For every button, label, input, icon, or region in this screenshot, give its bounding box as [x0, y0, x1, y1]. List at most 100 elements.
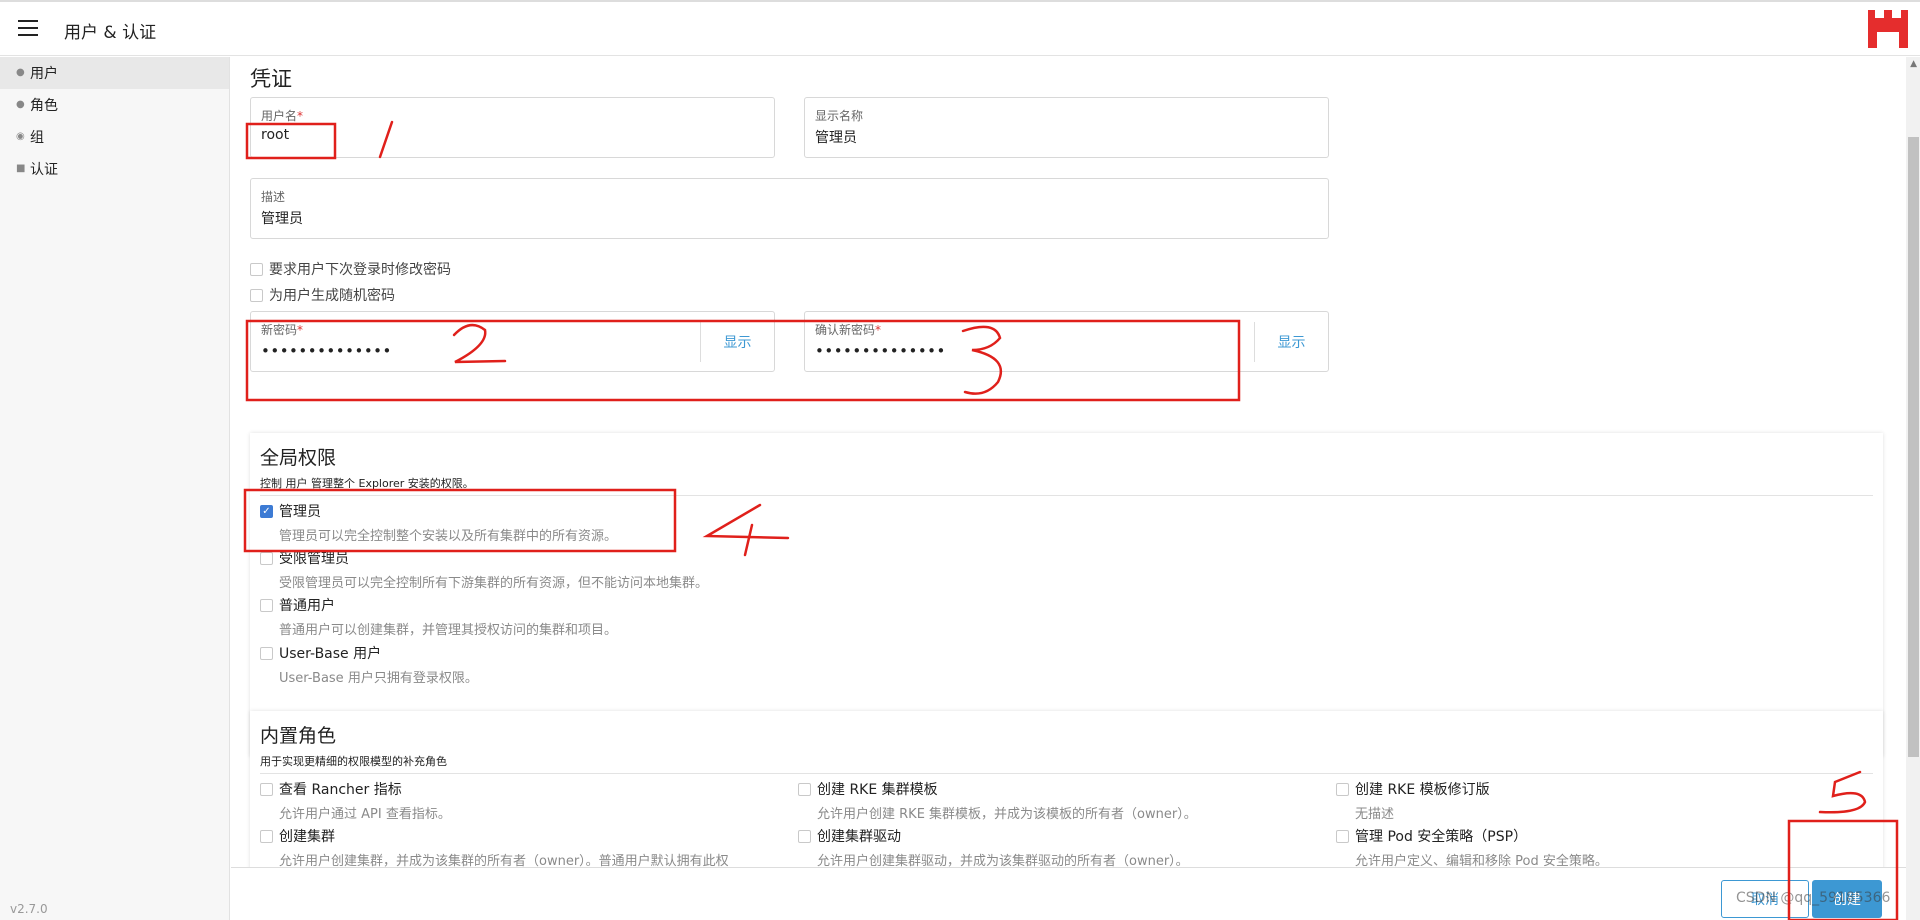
option-desc: 允许用户通过 API 查看指标。 [279, 807, 451, 822]
new-password-label: 新密码* [261, 321, 303, 338]
top-header: 用户 & 认证 [0, 0, 1920, 56]
show-confirm-password-button[interactable]: 显示 [1254, 322, 1328, 362]
role-option-view-metrics[interactable]: 查看 Rancher 指标 允许用户通过 API 查看指标。 [260, 779, 451, 822]
sidebar-item-label: 组 [30, 130, 44, 146]
checkbox-label: 要求用户下次登录时修改密码 [269, 262, 451, 278]
show-password-button[interactable]: 显示 [700, 322, 774, 362]
lock-icon: ■ [16, 163, 26, 174]
required-mark: * [297, 323, 304, 337]
required-mark: * [875, 323, 882, 337]
role-icon: ● [16, 99, 25, 110]
option-desc: 受限管理员可以完全控制所有下游集群的所有资源，但不能访问本地集群。 [279, 576, 709, 591]
checkbox-box[interactable] [260, 646, 273, 660]
watermark: CSDN @qq_59185366 [1736, 890, 1891, 906]
user-icon: ● [16, 67, 25, 78]
option-label: 管理 Pod 安全策略（PSP） [1355, 829, 1528, 845]
confirm-password-field[interactable]: 确认新密码* •••••••••••••• 显示 [804, 311, 1329, 372]
option-desc: 普通用户可以创建集群，并管理其授权访问的集群和项目。 [279, 623, 618, 638]
checkbox-box[interactable] [260, 829, 273, 843]
sidebar-item-roles[interactable]: ● 角色 [0, 89, 229, 121]
main-content: 凭证 用户名* root 显示名称 管理员 描述 管理员 要求用户下次登录时修改… [231, 57, 1920, 867]
display-name-label: 显示名称 [815, 109, 864, 123]
builtin-roles-title: 内置角色 [260, 725, 337, 747]
option-desc: 允许用户创建 RKE 集群模板，并成为该模板的所有者（owner）。 [817, 807, 1197, 822]
role-option-create-cluster-driver[interactable]: 创建集群驱动 允许用户创建集群驱动，并成为该集群驱动的所有者（owner）。 [798, 826, 1189, 867]
description-value[interactable]: 管理员 [261, 208, 303, 228]
divider [260, 773, 1873, 774]
role-option-create-cluster[interactable]: 创建集群 允许用户创建集群，并成为该集群的所有者（owner）。普通用户默认拥有… [260, 826, 729, 867]
username-label: 用户名* [261, 107, 303, 124]
option-desc: 允许用户定义、编辑和移除 Pod 安全策略。 [1355, 854, 1608, 867]
option-desc: 允许用户创建集群驱动，并成为该集群驱动的所有者（owner）。 [817, 854, 1189, 867]
checkbox-box[interactable] [1336, 829, 1349, 843]
sidebar-item-auth[interactable]: ■ 认证 [0, 153, 229, 185]
permission-option-restricted-admin[interactable]: 受限管理员 受限管理员可以完全控制所有下游集群的所有资源，但不能访问本地集群。 [260, 548, 708, 591]
option-label: 创建集群 [279, 829, 335, 845]
option-desc: 管理员可以完全控制整个安装以及所有集群中的所有资源。 [279, 529, 618, 544]
checkbox-box[interactable] [798, 782, 811, 796]
confirm-password-label: 确认新密码* [815, 321, 881, 338]
checkbox-box[interactable] [250, 288, 263, 302]
new-password-field[interactable]: 新密码* •••••••••••••• 显示 [250, 311, 775, 372]
global-permissions-card: 全局权限 控制 用户 管理整个 Explorer 安装的权限。 ✓ 管理员 管理员… [250, 433, 1883, 757]
scroll-thumb[interactable] [1908, 137, 1919, 757]
option-label: User-Base 用户 [279, 646, 382, 662]
option-label: 创建 RKE 集群模板 [817, 782, 938, 798]
builtin-roles-card: 内置角色 用于实现更精细的权限模型的补充角色 查看 Rancher 指标 允许用… [250, 711, 1883, 867]
option-label: 受限管理员 [279, 551, 349, 567]
require-password-change-checkbox[interactable]: 要求用户下次登录时修改密码 [250, 259, 451, 279]
hamburger-icon[interactable] [18, 20, 38, 36]
username-label-text: 用户名 [261, 109, 298, 123]
confirm-password-value[interactable]: •••••••••••••• [815, 342, 946, 360]
checkbox-box[interactable] [260, 782, 273, 796]
role-option-create-rke-template[interactable]: 创建 RKE 集群模板 允许用户创建 RKE 集群模板，并成为该模板的所有者（o… [798, 779, 1197, 822]
sidebar: ● 用户 ● 角色 ◉ 组 ■ 认证 v2.7.0 [0, 57, 230, 920]
checkbox-checked-icon[interactable]: ✓ [260, 504, 273, 518]
option-label: 创建集群驱动 [817, 829, 901, 845]
rancher-logo-icon[interactable] [1868, 10, 1908, 48]
checkbox-box[interactable] [1336, 782, 1349, 796]
option-desc: 无描述 [1355, 807, 1395, 822]
permission-option-admin[interactable]: ✓ 管理员 管理员可以完全控制整个安装以及所有集群中的所有资源。 [260, 501, 617, 544]
scroll-up-icon[interactable]: ▲ [1910, 59, 1917, 69]
role-option-create-rke-revision[interactable]: 创建 RKE 模板修订版 无描述 [1336, 779, 1490, 822]
option-desc: User-Base 用户只拥有登录权限。 [279, 671, 478, 686]
group-icon: ◉ [16, 131, 25, 142]
description-field[interactable]: 描述 管理员 [250, 178, 1329, 239]
divider [260, 495, 1873, 496]
sidebar-item-label: 认证 [30, 162, 58, 178]
description-label: 描述 [261, 190, 286, 204]
option-label: 创建 RKE 模板修订版 [1355, 782, 1490, 798]
checkbox-box[interactable] [260, 551, 273, 565]
display-name-field[interactable]: 显示名称 管理员 [804, 97, 1329, 158]
role-option-manage-psp[interactable]: 管理 Pod 安全策略（PSP） 允许用户定义、编辑和移除 Pod 安全策略。 [1336, 826, 1608, 867]
random-password-checkbox[interactable]: 为用户生成随机密码 [250, 285, 395, 305]
sidebar-item-label: 角色 [30, 98, 58, 114]
permission-option-standard-user[interactable]: 普通用户 普通用户可以创建集群，并管理其授权访问的集群和项目。 [260, 595, 617, 638]
username-value[interactable]: root [261, 127, 289, 143]
checkbox-box[interactable] [260, 598, 273, 612]
vertical-scrollbar[interactable]: ▲ [1906, 57, 1920, 920]
confirm-password-label-text: 确认新密码 [815, 323, 876, 337]
username-field[interactable]: 用户名* root [250, 97, 775, 158]
option-label: 管理员 [279, 504, 321, 520]
sidebar-item-groups[interactable]: ◉ 组 [0, 121, 229, 153]
page-title: 用户 & 认证 [64, 23, 157, 43]
builtin-roles-subtitle: 用于实现更精细的权限模型的补充角色 [260, 755, 447, 768]
top-border [0, 0, 1920, 2]
checkbox-box[interactable] [798, 829, 811, 843]
option-label: 普通用户 [279, 598, 335, 614]
display-name-value[interactable]: 管理员 [815, 127, 857, 147]
permission-option-user-base[interactable]: User-Base 用户 User-Base 用户只拥有登录权限。 [260, 643, 478, 686]
required-mark: * [297, 109, 304, 123]
version-label: v2.7.0 [10, 902, 48, 916]
option-desc: 允许用户创建集群，并成为该集群的所有者（owner）。普通用户默认拥有此权 [279, 854, 729, 867]
checkbox-box[interactable] [250, 262, 263, 276]
new-password-label-text: 新密码 [261, 323, 298, 337]
global-permissions-title: 全局权限 [260, 447, 337, 469]
sidebar-item-label: 用户 [30, 66, 58, 82]
new-password-value[interactable]: •••••••••••••• [261, 342, 392, 360]
global-permissions-subtitle: 控制 用户 管理整个 Explorer 安装的权限。 [260, 477, 474, 490]
checkbox-label: 为用户生成随机密码 [269, 288, 395, 304]
sidebar-item-users[interactable]: ● 用户 [0, 57, 229, 89]
